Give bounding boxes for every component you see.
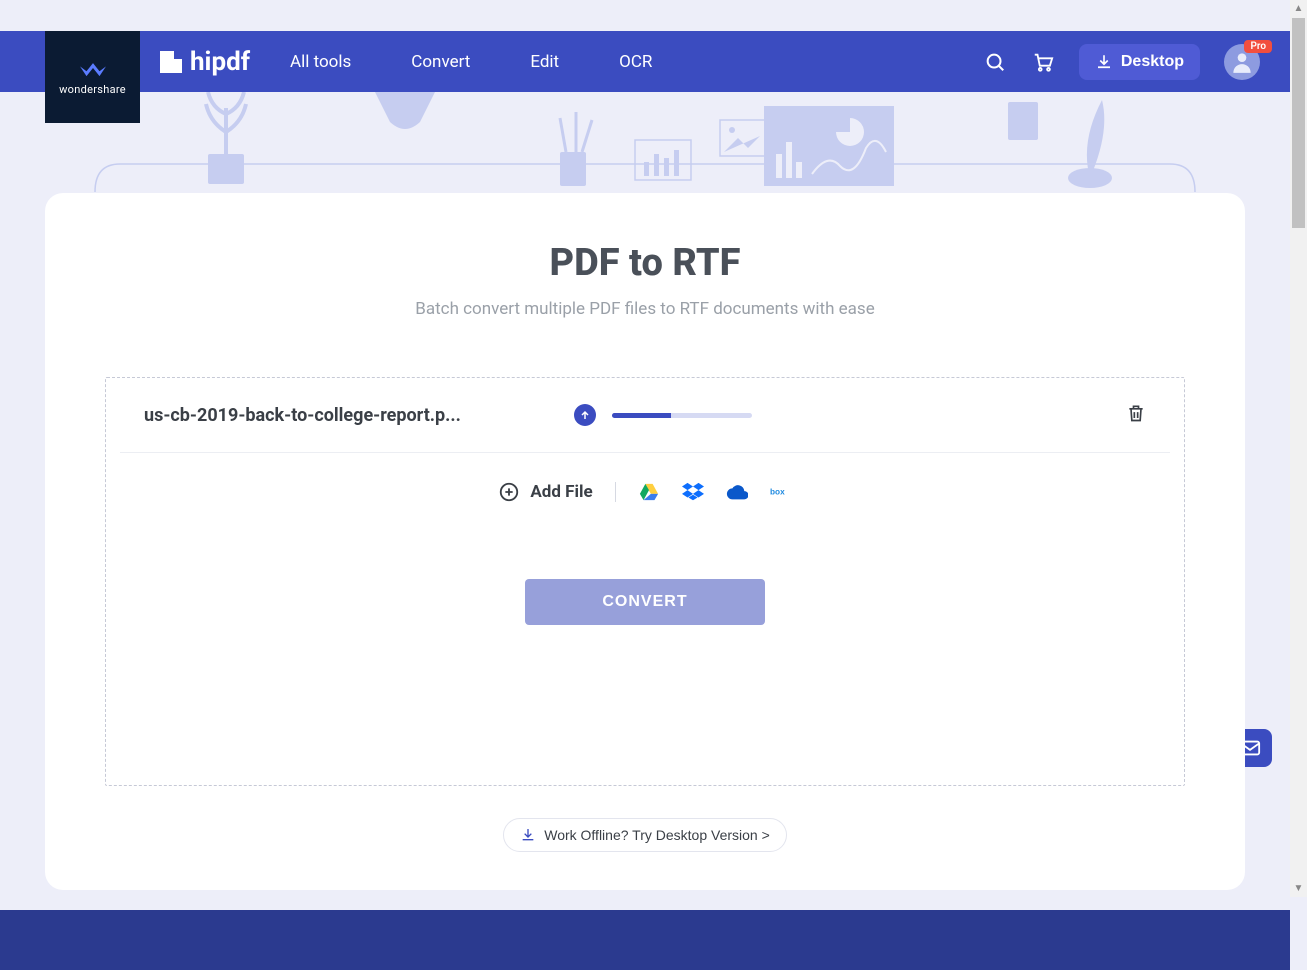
- file-row: us-cb-2019-back-to-college-report.p...: [120, 378, 1170, 453]
- delete-file-button[interactable]: [1126, 402, 1146, 428]
- google-drive-icon[interactable]: [638, 482, 660, 502]
- wondershare-icon: [80, 59, 106, 77]
- nav-all-tools[interactable]: All tools: [290, 52, 351, 72]
- svg-text:box: box: [770, 488, 785, 497]
- box-icon[interactable]: box: [770, 482, 792, 502]
- scroll-up-icon[interactable]: ▲: [1290, 0, 1307, 17]
- desktop-button-label: Desktop: [1121, 53, 1184, 71]
- separator: [615, 482, 616, 502]
- pro-badge: Pro: [1244, 40, 1272, 53]
- scroll-down-icon[interactable]: ▼: [1290, 880, 1307, 897]
- upload-indicator-icon: [574, 404, 596, 426]
- wondershare-logo[interactable]: wondershare: [45, 31, 140, 123]
- plus-circle-icon: [498, 481, 520, 503]
- upload-progress: [612, 413, 752, 418]
- page-subtitle: Batch convert multiple PDF files to RTF …: [45, 299, 1245, 319]
- work-offline-button[interactable]: Work Offline? Try Desktop Version >: [503, 818, 787, 852]
- scroll-thumb[interactable]: [1292, 18, 1305, 228]
- dropbox-icon[interactable]: [682, 482, 704, 502]
- add-file-button[interactable]: Add File: [498, 481, 592, 503]
- work-offline-label: Work Offline? Try Desktop Version >: [544, 827, 770, 843]
- onedrive-icon[interactable]: [726, 482, 748, 502]
- footer: [0, 910, 1290, 970]
- nav-ocr[interactable]: OCR: [619, 52, 652, 72]
- download-icon: [1095, 53, 1113, 71]
- search-icon[interactable]: [983, 50, 1007, 74]
- upload-dropzone[interactable]: us-cb-2019-back-to-college-report.p... A…: [105, 377, 1185, 786]
- decorative-illustration: [0, 92, 1290, 207]
- scrollbar[interactable]: ▲ ▼: [1290, 0, 1307, 897]
- add-file-label: Add File: [530, 482, 592, 502]
- hipdf-logo-text: hipdf: [190, 47, 250, 77]
- cart-icon[interactable]: [1031, 50, 1055, 74]
- hipdf-logo-icon: [160, 51, 182, 73]
- nav-edit[interactable]: Edit: [530, 52, 559, 72]
- hipdf-logo[interactable]: hipdf: [160, 47, 250, 77]
- download-icon: [520, 827, 536, 843]
- wondershare-label: wondershare: [59, 83, 126, 96]
- convert-button[interactable]: CONVERT: [525, 579, 765, 625]
- nav-convert[interactable]: Convert: [411, 52, 470, 72]
- page-title: PDF to RTF: [45, 241, 1245, 285]
- desktop-button[interactable]: Desktop: [1079, 44, 1200, 80]
- file-name: us-cb-2019-back-to-college-report.p...: [144, 405, 574, 426]
